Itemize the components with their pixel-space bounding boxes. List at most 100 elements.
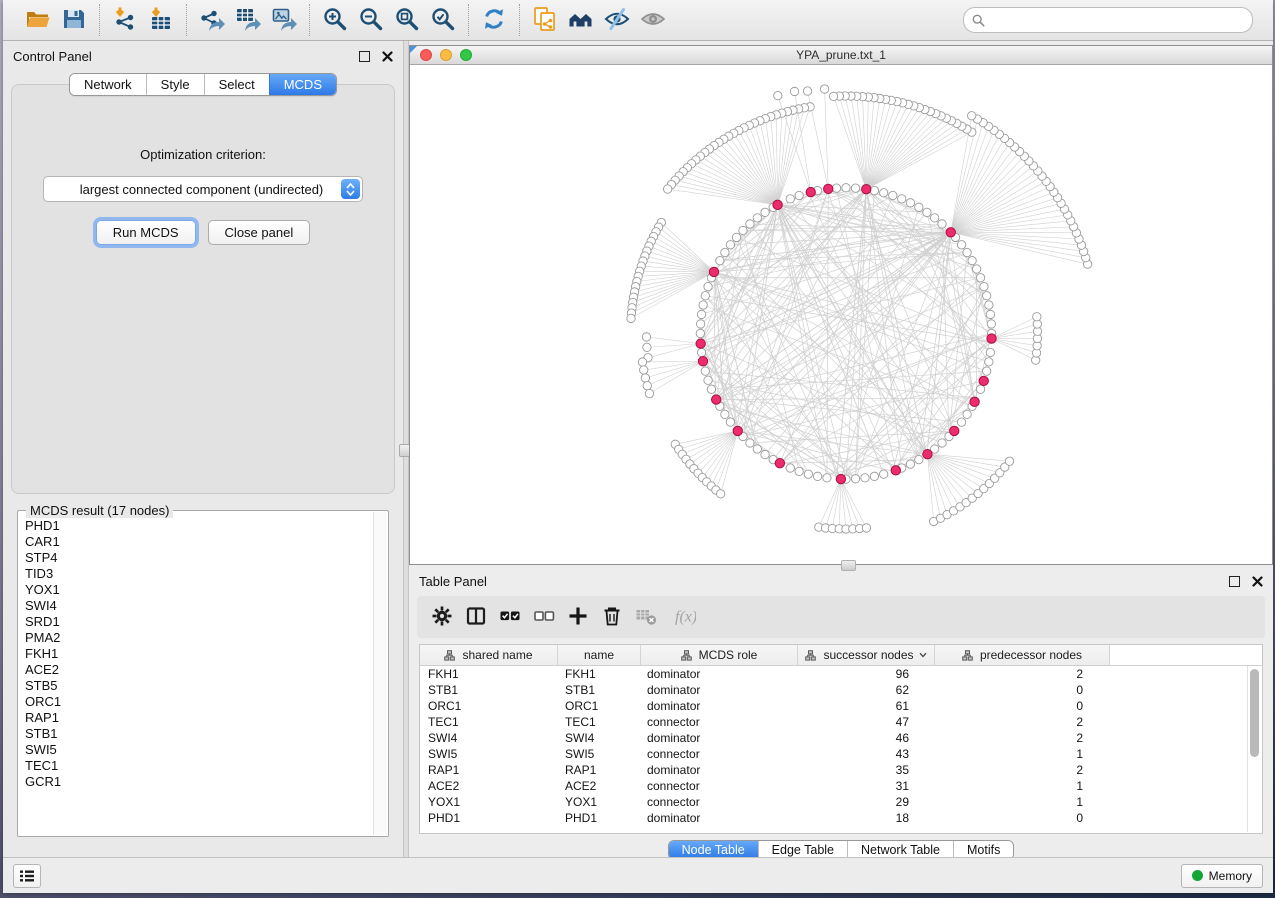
table-row[interactable]: TEC1TEC1connector472 (420, 714, 1262, 730)
mcds-result-item[interactable]: RAP1 (25, 710, 374, 726)
show-hidden-button[interactable] (635, 3, 671, 37)
network-node[interactable] (627, 314, 635, 322)
show-all-button[interactable] (563, 3, 599, 37)
column-header-successor-nodes[interactable]: successor nodes (798, 645, 935, 665)
network-node[interactable] (851, 184, 859, 192)
close-panel-action-button[interactable]: Close panel (208, 220, 311, 245)
mcds-hub-node[interactable] (891, 466, 900, 475)
network-node[interactable] (753, 445, 761, 453)
add-button[interactable] (561, 600, 595, 634)
mcds-result-item[interactable]: CAR1 (25, 534, 374, 550)
export-image-button[interactable] (266, 3, 302, 37)
close-panel-button[interactable] (382, 51, 393, 62)
mcds-hub-node[interactable] (987, 334, 996, 343)
network-node[interactable] (721, 410, 729, 418)
network-node[interactable] (704, 282, 712, 290)
mcds-hub-node[interactable] (923, 450, 932, 459)
mcds-hub-node[interactable] (970, 397, 979, 406)
table-row[interactable]: FKH1FKH1dominator962 (420, 666, 1262, 682)
network-node[interactable] (697, 348, 705, 356)
mcds-hub-node[interactable] (698, 357, 707, 366)
mcds-result-item[interactable]: TID3 (25, 566, 374, 582)
run-mcds-button[interactable]: Run MCDS (96, 220, 196, 245)
mcds-result-item[interactable]: PMA2 (25, 630, 374, 646)
horizontal-splitter[interactable] (409, 565, 1273, 567)
network-node[interactable] (980, 282, 988, 290)
network-node[interactable] (1005, 457, 1013, 465)
network-node[interactable] (696, 329, 704, 337)
network-node[interactable] (645, 389, 653, 397)
network-node[interactable] (906, 199, 914, 207)
mcds-hub-node[interactable] (773, 200, 782, 209)
tab-network[interactable]: Network (70, 74, 146, 95)
unselect-all-button[interactable] (527, 600, 561, 634)
network-node[interactable] (832, 184, 840, 192)
network-node[interactable] (696, 320, 704, 328)
mcds-result-item[interactable]: SWI4 (25, 598, 374, 614)
network-node[interactable] (716, 256, 724, 264)
network-node[interactable] (823, 474, 831, 482)
network-node[interactable] (803, 87, 811, 95)
zoom-in-button[interactable] (317, 3, 353, 37)
network-node[interactable] (906, 460, 914, 468)
network-node[interactable] (985, 358, 993, 366)
network-node[interactable] (972, 265, 980, 273)
mcds-hub-node[interactable] (950, 426, 959, 435)
mcds-result-item[interactable]: ACE2 (25, 662, 374, 678)
mcds-result-item[interactable]: ORC1 (25, 694, 374, 710)
network-node[interactable] (915, 203, 923, 211)
network-node[interactable] (982, 367, 990, 375)
mcds-hub-node[interactable] (979, 376, 988, 385)
network-node[interactable] (726, 418, 734, 426)
network-node[interactable] (870, 186, 878, 194)
select-all-button[interactable] (493, 600, 527, 634)
zoom-out-button[interactable] (353, 3, 389, 37)
network-node[interactable] (963, 410, 971, 418)
mcds-result-item[interactable]: PHD1 (25, 518, 374, 534)
network-node[interactable] (986, 310, 994, 318)
mcds-result-item[interactable]: STB1 (25, 726, 374, 742)
network-node[interactable] (829, 92, 837, 100)
network-node[interactable] (930, 214, 938, 222)
network-node[interactable] (879, 189, 887, 197)
mcds-hub-node[interactable] (775, 459, 784, 468)
network-node[interactable] (963, 248, 971, 256)
mcds-hub-node[interactable] (696, 339, 705, 348)
mcds-result-item[interactable]: SRD1 (25, 614, 374, 630)
network-window-titlebar[interactable]: YPA_prune.txt_1 (410, 46, 1272, 65)
network-node[interactable] (813, 472, 821, 480)
network-node[interactable] (786, 464, 794, 472)
import-table-button[interactable] (143, 3, 179, 37)
mcds-result-scrollbar[interactable] (373, 512, 387, 835)
mcds-result-item[interactable]: STB5 (25, 678, 374, 694)
network-node[interactable] (938, 220, 946, 228)
table-row[interactable]: RAP1RAP1dominator352 (420, 762, 1262, 778)
mcds-hub-node[interactable] (946, 228, 955, 237)
mcds-hub-node[interactable] (712, 395, 721, 404)
search-input[interactable] (990, 12, 1244, 28)
network-node[interactable] (795, 191, 803, 199)
mcds-hub-node[interactable] (709, 267, 718, 276)
network-node[interactable] (726, 241, 734, 249)
horizontal-splitter-handle[interactable] (841, 560, 856, 571)
network-node[interactable] (1033, 313, 1041, 321)
network-node[interactable] (898, 195, 906, 203)
network-node[interactable] (701, 367, 709, 375)
tab-select[interactable]: Select (204, 74, 269, 95)
float-panel-button[interactable] (359, 51, 370, 62)
network-node[interactable] (642, 333, 650, 341)
import-network-button[interactable] (107, 3, 143, 37)
network-node[interactable] (640, 366, 648, 374)
network-node[interactable] (761, 208, 769, 216)
network-node[interactable] (968, 112, 976, 120)
settings-button[interactable] (425, 600, 459, 634)
network-node[interactable] (851, 475, 859, 483)
table-row[interactable]: PHD1PHD1dominator180 (420, 810, 1262, 826)
network-node[interactable] (938, 439, 946, 447)
delete-button[interactable] (595, 600, 629, 634)
network-node[interactable] (641, 374, 649, 382)
close-table-panel-button[interactable] (1252, 576, 1263, 587)
mcds-result-item[interactable]: FKH1 (25, 646, 374, 662)
network-node[interactable] (721, 248, 729, 256)
split-panel-button[interactable] (459, 600, 493, 634)
